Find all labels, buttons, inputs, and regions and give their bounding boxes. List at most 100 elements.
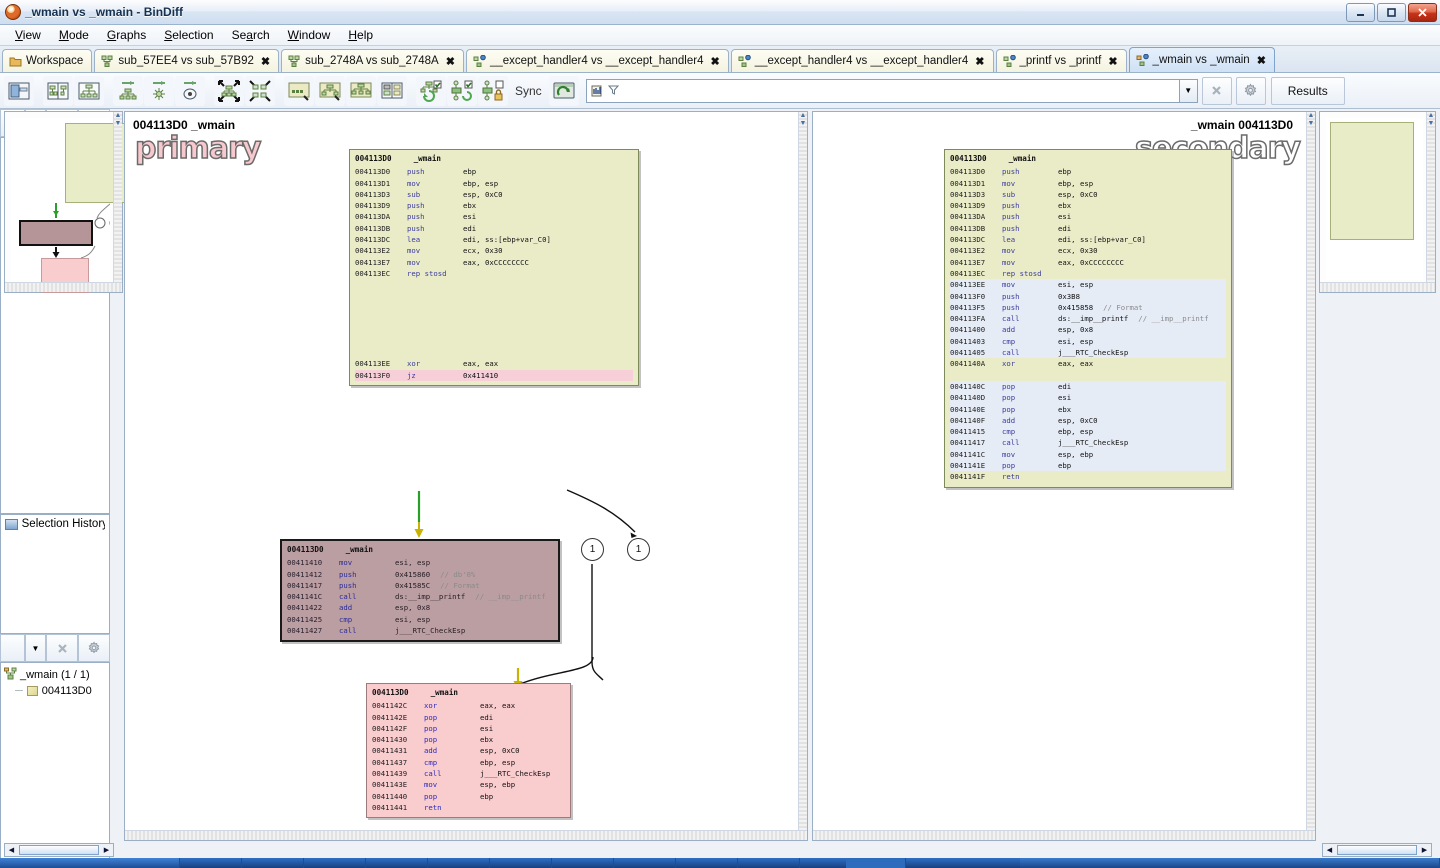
- chevron-down-icon[interactable]: ▼: [1180, 79, 1198, 103]
- asm-line-highlighted: 0041140Epopebx: [950, 404, 1226, 415]
- taskbar-start-area[interactable]: [0, 858, 180, 868]
- gear-icon[interactable]: [78, 634, 110, 662]
- clear-search-button[interactable]: [1202, 77, 1232, 105]
- taskbar-item[interactable]: [616, 858, 676, 868]
- funnel-icon[interactable]: [607, 83, 622, 98]
- asm-spacer: [355, 313, 633, 324]
- primary-graph-pane[interactable]: 004113D0 _wmain primary: [124, 111, 808, 841]
- chevron-down-icon[interactable]: ▼: [25, 634, 46, 662]
- tree-item-004113D0[interactable]: ─ 004113D0: [4, 683, 106, 698]
- tab-sub2748a[interactable]: sub_2748A vs sub_2748A ✖: [281, 49, 464, 72]
- taskbar-item[interactable]: [244, 858, 304, 868]
- zoom-to-fit-button[interactable]: [214, 76, 244, 106]
- os-taskbar[interactable]: [0, 858, 1440, 868]
- taskbar-tray[interactable]: [1020, 858, 1440, 868]
- overview-horizontal-scrollbar[interactable]: [1320, 282, 1435, 292]
- search-box[interactable]: [586, 79, 1180, 103]
- secondary-horizontal-scrollbar[interactable]: [813, 830, 1315, 840]
- secondary-function-tree[interactable]: _wmain (1 / 1) ─ 004113D0: [0, 662, 110, 868]
- auto-layout-button[interactable]: [416, 76, 446, 106]
- primary-vertical-scrollbar[interactable]: ▲▼: [798, 112, 807, 840]
- taskbar-item[interactable]: [368, 858, 428, 868]
- menu-help[interactable]: Help: [339, 26, 382, 44]
- fit-graph-button[interactable]: [113, 76, 143, 106]
- tab-excepthandler4-b[interactable]: __except_handler4 vs __except_handler4 ✖: [731, 49, 994, 72]
- menu-search[interactable]: Search: [223, 26, 279, 44]
- taskbar-item[interactable]: [492, 858, 552, 868]
- asm-line-highlighted: 00411400addesp, 0x8: [950, 324, 1226, 335]
- tab-close-icon[interactable]: ✖: [1257, 54, 1266, 67]
- zoom-selected-button[interactable]: [245, 76, 275, 106]
- secondary-vertical-scrollbar[interactable]: ▲▼: [1306, 112, 1315, 840]
- junction-node-left[interactable]: 1: [581, 538, 604, 561]
- tab-workspace[interactable]: Workspace: [2, 49, 92, 72]
- junction-node-right[interactable]: 1: [627, 538, 650, 561]
- maximize-button[interactable]: [1377, 3, 1406, 22]
- taskbar-item[interactable]: [430, 858, 490, 868]
- tab-close-icon[interactable]: ✖: [261, 55, 270, 68]
- secondary-graph-overview[interactable]: ▲▼: [1319, 111, 1436, 293]
- tab-close-icon[interactable]: ✖: [975, 55, 984, 68]
- taskbar-item[interactable]: [554, 858, 614, 868]
- tab-close-icon[interactable]: ✖: [1108, 55, 1117, 68]
- orthogonal-layout-button[interactable]: [346, 76, 376, 106]
- tab-close-icon[interactable]: ✖: [711, 55, 720, 68]
- search-input[interactable]: [624, 81, 1179, 101]
- menu-view[interactable]: VViewiew: [6, 26, 50, 44]
- minimize-button[interactable]: [1346, 3, 1375, 22]
- taskbar-item[interactable]: [740, 858, 800, 868]
- menu-mode[interactable]: Mode: [50, 26, 98, 44]
- primary-block-2[interactable]: 004113D0_wmain 00411410movesi, esp 00411…: [280, 539, 560, 642]
- show-proximity-button[interactable]: [284, 76, 314, 106]
- menu-graphs[interactable]: Graphs: [98, 26, 155, 44]
- primary-block-1[interactable]: 004113D0_wmain 004113D0pushebp 004113D1m…: [349, 149, 639, 386]
- tab-excepthandler4-a[interactable]: __except_handler4 vs __except_handler4 ✖: [466, 49, 729, 72]
- menu-selection[interactable]: Selection: [155, 26, 222, 44]
- primary-selection-history[interactable]: Selection History: [0, 514, 110, 634]
- menu-window[interactable]: Window: [279, 26, 340, 44]
- overview-vertical-scrollbar[interactable]: ▲▼: [1426, 112, 1435, 292]
- fit-selection-button[interactable]: [144, 76, 174, 106]
- secondary-filter-combo[interactable]: [0, 634, 25, 662]
- tree-root-wmain[interactable]: _wmain (1 / 1): [4, 667, 106, 683]
- scroll-right-arrow[interactable]: ▶: [100, 846, 113, 854]
- overview-horizontal-scrollbar[interactable]: [5, 282, 122, 292]
- secondary-block-1[interactable]: 004113D0_wmain 004113D0pushebp 004113D1m…: [944, 149, 1232, 488]
- primary-block-3[interactable]: 004113D0_wmain 0041142Cxoreax, eax 00411…: [366, 683, 571, 818]
- taskbar-item[interactable]: [182, 858, 242, 868]
- circular-layout-button[interactable]: [377, 76, 407, 106]
- tab-close-icon[interactable]: ✖: [446, 55, 455, 68]
- clear-x-icon[interactable]: [46, 634, 78, 662]
- asm-line: 004113DCleaedi, ss:[ebp+var_C0]: [950, 234, 1226, 245]
- results-button[interactable]: Results: [1271, 77, 1345, 105]
- close-button[interactable]: [1408, 3, 1437, 22]
- hierarchic-layout-button[interactable]: [315, 76, 345, 106]
- primary-horizontal-scrollbar[interactable]: [125, 830, 807, 840]
- taskbar-item[interactable]: [846, 858, 906, 868]
- tab-wmain[interactable]: _wmain vs _wmain ✖: [1129, 47, 1275, 72]
- scroll-left-arrow[interactable]: ◀: [5, 846, 18, 854]
- sync-views-button[interactable]: [549, 76, 579, 106]
- taskbar-item[interactable]: [306, 858, 366, 868]
- overview-vertical-scrollbar[interactable]: ▲▼: [113, 112, 122, 292]
- single-view-button[interactable]: [74, 76, 104, 106]
- tab-sub57ee4[interactable]: sub_57EE4 vs sub_57B92 ✖: [94, 49, 279, 72]
- scroll-left-arrow[interactable]: ◀: [1323, 846, 1336, 854]
- right-column-horizontal-scrollbar[interactable]: ◀ ▶: [1322, 843, 1432, 857]
- scroll-right-arrow[interactable]: ▶: [1418, 846, 1431, 854]
- scroll-thumb[interactable]: [19, 845, 99, 855]
- left-column-horizontal-scrollbar[interactable]: ◀ ▶: [4, 843, 114, 857]
- tab-printf[interactable]: _printf vs _printf ✖: [996, 49, 1127, 72]
- split-view-button[interactable]: [43, 76, 73, 106]
- combined-view-button[interactable]: [4, 76, 34, 106]
- taskbar-item[interactable]: [678, 858, 738, 868]
- sync-selection-button[interactable]: [447, 76, 477, 106]
- scroll-thumb[interactable]: [1337, 845, 1417, 855]
- asm-spacer: [355, 279, 633, 290]
- asm-line: 004113D3subesp, 0xC0: [355, 189, 633, 200]
- search-settings-button[interactable]: [1236, 77, 1266, 105]
- primary-graph-overview[interactable]: ▲▼: [4, 111, 123, 293]
- secondary-graph-pane[interactable]: _wmain 004113D0 secondary 004113D0_wmain…: [812, 111, 1316, 841]
- lock-view-button[interactable]: [478, 76, 508, 106]
- center-node-button[interactable]: [175, 76, 205, 106]
